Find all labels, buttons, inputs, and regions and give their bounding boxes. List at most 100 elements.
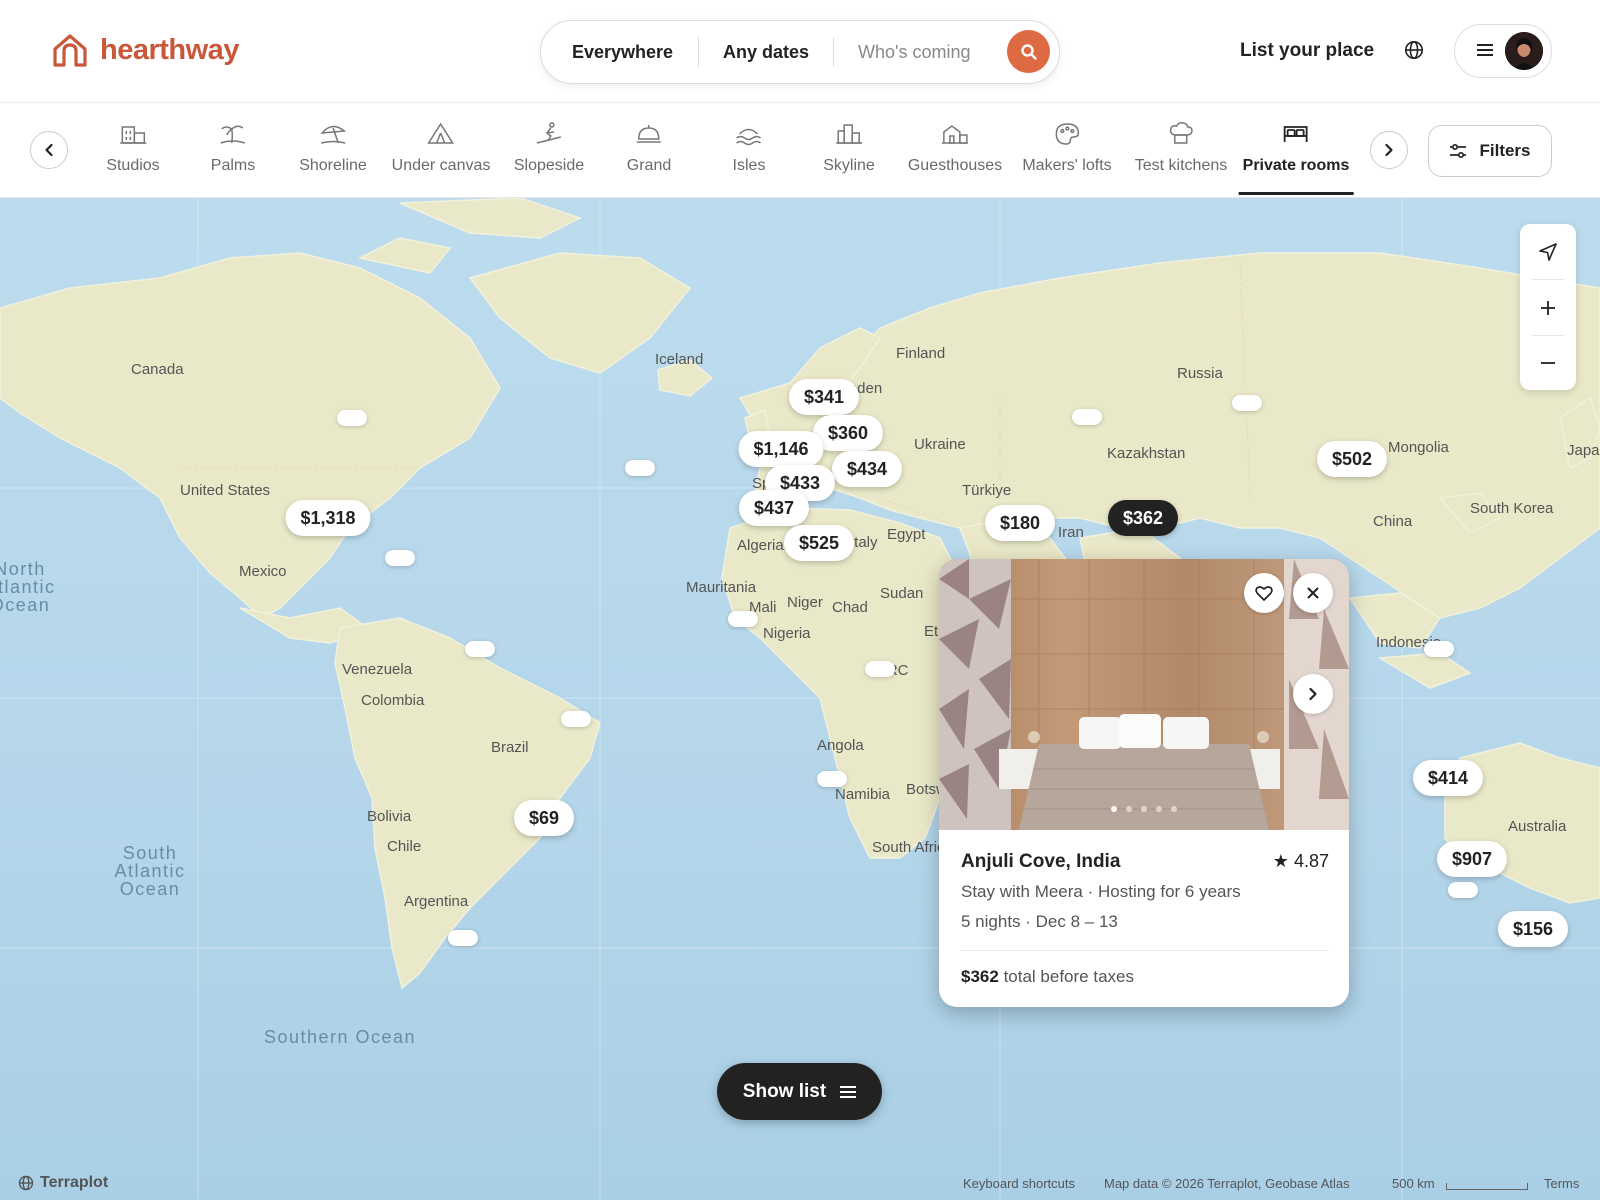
map-pin-dot[interactable] bbox=[448, 930, 478, 946]
minus-icon bbox=[1541, 361, 1555, 364]
map-pin-dot[interactable] bbox=[1448, 882, 1478, 898]
save-wishlist-button[interactable] bbox=[1244, 573, 1284, 613]
category-slopeside[interactable]: Slopeside bbox=[514, 121, 584, 175]
search-where[interactable]: Everywhere bbox=[572, 21, 673, 83]
map-pin-dot[interactable] bbox=[728, 611, 758, 627]
map-label: Kazakhstan bbox=[1107, 445, 1186, 462]
locate-me-button[interactable] bbox=[1520, 224, 1576, 279]
filters-button[interactable]: Filters bbox=[1428, 125, 1552, 177]
price-pin-selected[interactable]: $362 bbox=[1107, 500, 1179, 536]
map-label: Finland bbox=[896, 345, 946, 362]
listing-photo[interactable] bbox=[939, 559, 1349, 830]
search-divider bbox=[698, 37, 699, 67]
category-test-kitchens[interactable]: Test kitchens bbox=[1135, 121, 1227, 175]
search-who[interactable]: Who's coming bbox=[858, 21, 970, 83]
map-label: Australia bbox=[1508, 818, 1567, 835]
category-under-canvas[interactable]: Under canvas bbox=[391, 121, 491, 175]
zoom-out-button[interactable] bbox=[1520, 335, 1576, 390]
service-bell-icon bbox=[637, 125, 661, 143]
close-card-button[interactable] bbox=[1293, 573, 1333, 613]
menu-icon bbox=[1477, 44, 1493, 56]
categories-next-button[interactable] bbox=[1370, 131, 1408, 169]
rating-value: 4.87 bbox=[1293, 851, 1329, 871]
list-icon bbox=[840, 1085, 857, 1098]
user-menu-button[interactable] bbox=[1454, 24, 1552, 78]
map-label: Ukraine bbox=[914, 436, 966, 453]
map-canvas[interactable]: Canada United States Mexico Iceland Finl… bbox=[0, 198, 1600, 1200]
chef-hat-icon bbox=[1170, 122, 1193, 144]
map-scale-label: 500 km bbox=[1392, 1176, 1435, 1191]
heart-icon bbox=[1255, 586, 1273, 601]
category-isles[interactable]: Isles bbox=[732, 121, 766, 175]
price-pin[interactable]: $69 bbox=[513, 800, 575, 836]
globe-icon[interactable] bbox=[1404, 40, 1424, 60]
price-pin[interactable]: $907 bbox=[1436, 841, 1508, 877]
listing-rating: ★ 4.87 bbox=[1273, 851, 1329, 872]
category-label: Under canvas bbox=[391, 157, 491, 174]
map-label: Mongolia bbox=[1388, 439, 1449, 456]
navigation-arrow-icon bbox=[1539, 242, 1557, 261]
map-pin-dot[interactable] bbox=[1232, 395, 1262, 411]
category-label: Skyline bbox=[823, 157, 875, 174]
keyboard-shortcuts-link[interactable]: Keyboard shortcuts bbox=[963, 1176, 1075, 1191]
price-pin[interactable]: $360 bbox=[812, 415, 884, 451]
map-pin-dot[interactable] bbox=[385, 550, 415, 566]
category-skyline[interactable]: Skyline bbox=[823, 121, 875, 175]
map-pin-dot[interactable] bbox=[625, 460, 655, 476]
map-pin-dot[interactable] bbox=[561, 711, 591, 727]
listing-preview-card[interactable]: Anjuli Cove, India ★ 4.87 Stay with Meer… bbox=[939, 559, 1349, 1007]
map-pin-dot[interactable] bbox=[1072, 409, 1102, 425]
categories-prev-button[interactable] bbox=[30, 131, 68, 169]
price-pin[interactable]: $502 bbox=[1316, 441, 1388, 477]
map-label: Mauritania bbox=[686, 579, 757, 596]
category-label: Isles bbox=[732, 157, 766, 174]
map-label: Iceland bbox=[655, 351, 704, 368]
price-pin[interactable]: $434 bbox=[831, 451, 903, 487]
brand-logo[interactable]: hearthway bbox=[52, 33, 239, 67]
price-pin[interactable]: $156 bbox=[1497, 911, 1569, 947]
search-when[interactable]: Any dates bbox=[723, 21, 809, 83]
price-suffix: total before taxes bbox=[1003, 967, 1134, 986]
map-pin-dot[interactable] bbox=[465, 641, 495, 657]
map-label: Angola bbox=[817, 737, 864, 754]
map-label: Argentina bbox=[404, 893, 469, 910]
guesthouse-icon bbox=[942, 125, 968, 144]
category-makers-lofts[interactable]: Makers' lofts bbox=[1022, 121, 1112, 175]
category-guesthouses[interactable]: Guesthouses bbox=[908, 121, 1002, 175]
map-pin-dot[interactable] bbox=[817, 771, 847, 787]
price-pin[interactable]: $437 bbox=[738, 490, 810, 526]
search-bar[interactable]: Everywhere Any dates Who's coming bbox=[540, 20, 1060, 84]
map-scale-bar bbox=[1446, 1183, 1528, 1190]
category-studios[interactable]: Studios bbox=[106, 121, 160, 175]
price-pin[interactable]: $1,146 bbox=[738, 431, 824, 467]
skier-icon bbox=[536, 122, 562, 144]
house-logo-icon bbox=[53, 34, 87, 67]
terms-link[interactable]: Terms bbox=[1544, 1176, 1579, 1191]
price-pin[interactable]: $341 bbox=[788, 379, 860, 415]
map-pin-dot[interactable] bbox=[865, 661, 895, 677]
map-pin-dot[interactable] bbox=[337, 410, 367, 426]
price-pin[interactable]: $414 bbox=[1412, 760, 1484, 796]
globe-icon bbox=[18, 1175, 34, 1191]
zoom-in-button[interactable] bbox=[1520, 280, 1576, 335]
next-photo-button[interactable] bbox=[1293, 674, 1333, 714]
category-label: Studios bbox=[106, 157, 160, 174]
map-label: Sudan bbox=[880, 585, 924, 602]
price-pin[interactable]: $1,318 bbox=[285, 500, 371, 536]
category-palms[interactable]: Palms bbox=[211, 121, 255, 175]
category-label: Grand bbox=[626, 157, 672, 174]
category-shoreline[interactable]: Shoreline bbox=[299, 121, 367, 175]
map-pin-dot[interactable] bbox=[1424, 641, 1454, 657]
price-pin[interactable]: $525 bbox=[783, 525, 855, 561]
category-grand[interactable]: Grand bbox=[627, 121, 671, 175]
top-header: hearthway Everywhere Any dates Who's com… bbox=[0, 0, 1600, 103]
show-list-button[interactable]: Show list bbox=[717, 1063, 882, 1120]
sliders-icon bbox=[1450, 143, 1467, 159]
price-pin[interactable]: $180 bbox=[984, 505, 1056, 541]
list-your-place-link[interactable]: List your place bbox=[1240, 40, 1374, 62]
island-waves-icon bbox=[736, 128, 762, 146]
category-private-rooms[interactable]: Private rooms bbox=[1238, 121, 1354, 195]
search-button[interactable] bbox=[1007, 30, 1050, 73]
listing-dates: 5 nights · Dec 8 – 13 bbox=[961, 912, 1118, 931]
map-label: Algeria bbox=[737, 537, 784, 554]
